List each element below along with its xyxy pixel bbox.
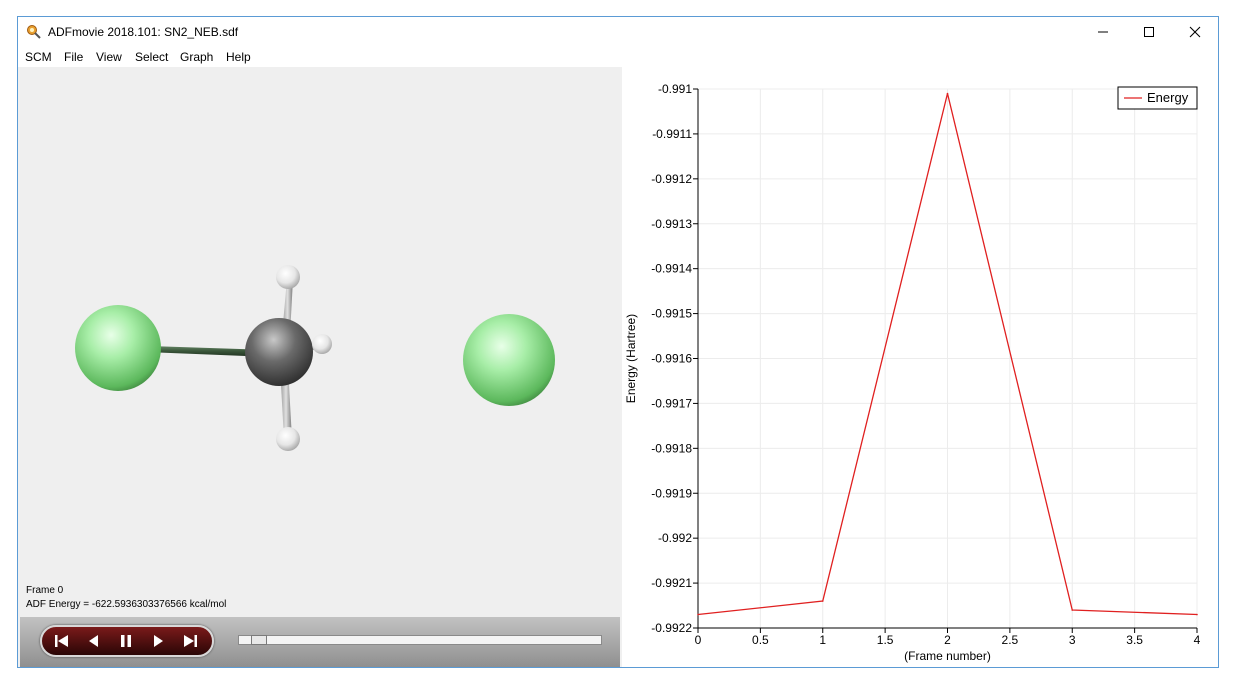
y-tick-label-4: -0.9914 — [651, 262, 692, 276]
legend-label-0: Energy — [1147, 90, 1189, 105]
menu-scm[interactable]: SCM — [25, 50, 52, 64]
y-tick-label-7: -0.9917 — [651, 396, 692, 410]
menu-bar: SCM File View Select Graph Help — [18, 47, 1218, 67]
frame-slider-thumb[interactable] — [251, 635, 267, 645]
data-point-0-1 — [821, 600, 824, 602]
close-icon — [1189, 26, 1201, 38]
y-tick-label-3: -0.9913 — [651, 217, 692, 231]
minimize-button[interactable] — [1080, 17, 1126, 47]
hydrogen-atom-top[interactable] — [276, 265, 300, 289]
playback-controls — [20, 617, 620, 667]
app-window: ADFmovie 2018.101: SN2_NEB.sdf SCM File … — [17, 16, 1219, 668]
hydrogen-atom-bottom[interactable] — [276, 427, 300, 451]
x-tick-label-5: 2.5 — [1002, 633, 1019, 647]
x-tick-label-8: 4 — [1194, 633, 1201, 647]
x-tick-label-4: 2 — [944, 633, 951, 647]
x-tick-label-1: 0.5 — [752, 633, 769, 647]
frame-slider[interactable] — [238, 635, 602, 645]
carbon-atom[interactable] — [245, 318, 313, 386]
y-tick-label-6: -0.9916 — [651, 352, 692, 366]
y-tick-label-2: -0.9912 — [651, 172, 692, 186]
app-logo-icon — [27, 25, 41, 39]
y-tick-label-0: -0.991 — [658, 82, 692, 96]
skip-start-icon[interactable] — [52, 633, 72, 649]
x-tick-label-6: 3 — [1069, 633, 1076, 647]
x-tick-label-7: 3.5 — [1126, 633, 1143, 647]
window-title: ADFmovie 2018.101: SN2_NEB.sdf — [48, 25, 239, 39]
pause-icon[interactable] — [116, 633, 136, 649]
close-button[interactable] — [1172, 17, 1218, 47]
menu-view[interactable]: View — [96, 50, 122, 64]
molecule-canvas[interactable] — [20, 67, 620, 617]
x-tick-label-2: 1 — [819, 633, 826, 647]
energy-graph-panel: 0 0.5 1 1.5 2 2.5 3 3.5 4 -0.991 -0.9911 -0.9912 -0.… — [622, 67, 1219, 668]
step-back-icon[interactable] — [84, 633, 104, 649]
chlorine-atom-right[interactable] — [463, 314, 555, 406]
hydrogen-atom-right[interactable] — [312, 334, 332, 354]
data-point-0-3 — [1071, 609, 1074, 611]
skip-end-icon[interactable] — [180, 633, 200, 649]
play-icon[interactable] — [148, 633, 168, 649]
y-tick-label-12: -0.9922 — [651, 621, 692, 635]
menu-graph[interactable]: Graph — [180, 50, 213, 64]
x-tick-label-3: 1.5 — [877, 633, 894, 647]
menu-file[interactable]: File — [64, 50, 83, 64]
frame-label: Frame 0 — [26, 585, 64, 596]
data-point-0-2 — [946, 92, 949, 95]
y-tick-label-11: -0.9921 — [651, 576, 692, 590]
y-tick-label-8: -0.9918 — [651, 441, 692, 455]
y-axis-label: Energy (Hartree) — [624, 314, 638, 403]
y-tick-label-5: -0.9915 — [651, 307, 692, 321]
minimize-icon — [1098, 31, 1108, 33]
x-tick-label-0: 0 — [695, 633, 702, 647]
title-bar: ADFmovie 2018.101: SN2_NEB.sdf — [18, 17, 1218, 47]
y-tick-label-10: -0.992 — [658, 531, 692, 545]
energy-label: ADF Energy = -622.5936303376566 kcal/mol — [26, 599, 227, 610]
transport-bar — [40, 625, 214, 657]
x-axis-label: (Frame number) — [904, 649, 991, 663]
data-point-0-0 — [697, 613, 699, 616]
energy-chart[interactable]: 0 0.5 1 1.5 2 2.5 3 3.5 4 -0.991 -0.9911 -0.9912 -0.… — [622, 67, 1219, 668]
menu-help[interactable]: Help — [226, 50, 251, 64]
maximize-icon — [1144, 27, 1154, 37]
y-tick-label-1: -0.9911 — [652, 127, 692, 141]
maximize-button[interactable] — [1126, 17, 1172, 47]
y-tick-label-9: -0.9919 — [651, 486, 692, 500]
molecule-viewer[interactable]: Frame 0 ADF Energy = -622.5936303376566 … — [20, 67, 620, 617]
menu-select[interactable]: Select — [135, 50, 168, 64]
data-point-0-4 — [1196, 613, 1198, 616]
chlorine-atom-left[interactable] — [75, 305, 161, 391]
